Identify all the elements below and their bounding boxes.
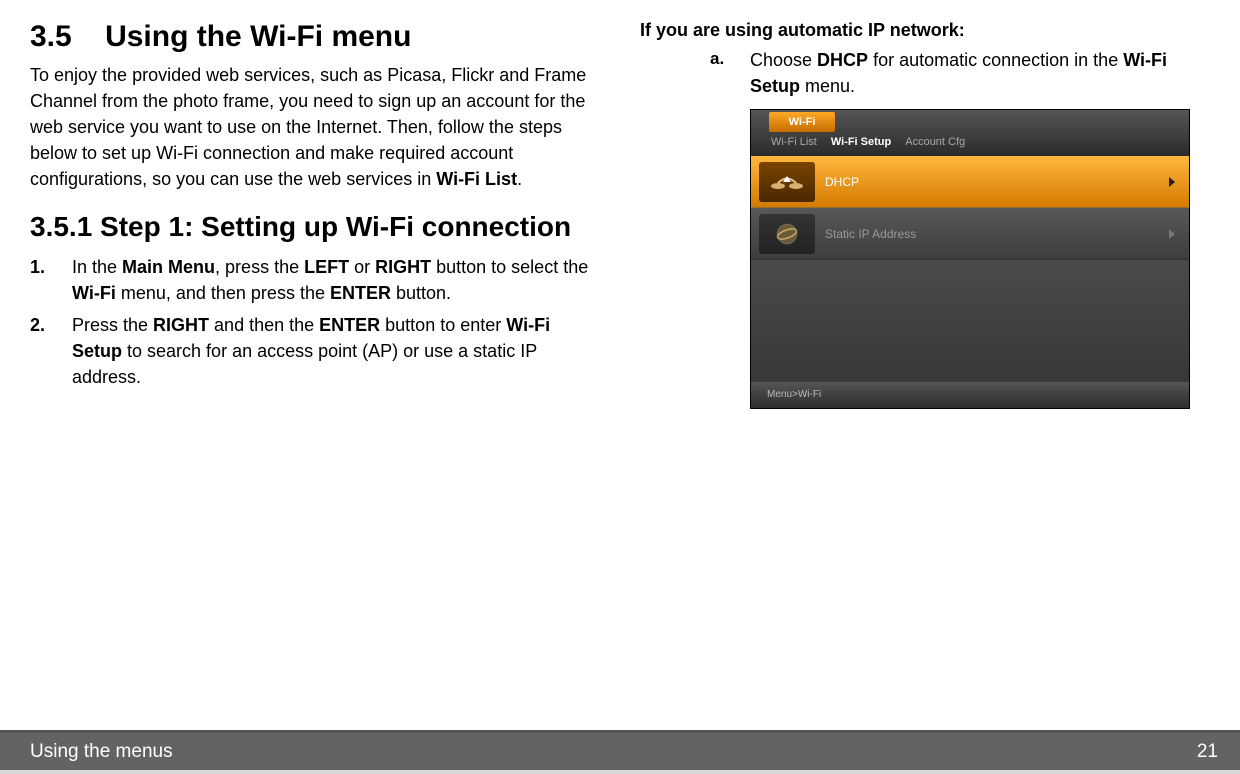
substep-a: a. Choose DHCP for automatic connection …: [710, 47, 1210, 99]
step-1-number: 1.: [30, 254, 72, 306]
device-body-fill: [751, 260, 1189, 380]
device-globe-icon: [759, 214, 815, 254]
page-footer: Using the menus 21: [0, 730, 1240, 774]
device-tab-wifi-list: Wi-Fi List: [771, 136, 817, 148]
step-2-number: 2.: [30, 312, 72, 390]
device-dhcp-icon: [759, 162, 815, 202]
device-row-static-ip: Static IP Address: [751, 208, 1189, 260]
device-row-static-label: Static IP Address: [825, 227, 916, 241]
device-tab-account-cfg: Account Cfg: [905, 136, 965, 148]
auto-ip-heading: If you are using automatic IP network:: [640, 20, 1210, 41]
device-tab-wifi-setup: Wi-Fi Setup: [831, 136, 891, 148]
intro-paragraph: To enjoy the provided web services, such…: [30, 62, 600, 192]
step-2: 2. Press the RIGHT and then the ENTER bu…: [30, 312, 600, 390]
section-number: 3.5: [30, 20, 72, 53]
intro-bold: Wi-Fi List: [436, 169, 517, 189]
chevron-right-icon: [1169, 229, 1175, 239]
substep-a-text: Choose DHCP for automatic connection in …: [750, 47, 1210, 99]
device-tabs: Wi-Fi List Wi-Fi Setup Account Cfg: [771, 136, 965, 148]
subsection-heading: 3.5.1 Step 1: Setting up Wi-Fi connectio…: [30, 210, 600, 244]
device-breadcrumb: Menu>Wi-Fi: [751, 382, 1189, 408]
chevron-right-icon: [1169, 177, 1175, 187]
intro-post: .: [517, 169, 522, 189]
device-header: Wi-Fi Wi-Fi List Wi-Fi Setup Account Cfg: [751, 110, 1189, 156]
footer-page-number: 21: [1197, 741, 1218, 763]
section-title: Using the Wi-Fi menu: [105, 20, 411, 53]
step-1-text: In the Main Menu, press the LEFT or RIGH…: [72, 254, 600, 306]
footer-section-title: Using the menus: [30, 741, 173, 763]
step-2-text: Press the RIGHT and then the ENTER butto…: [72, 312, 600, 390]
device-screenshot: Wi-Fi Wi-Fi List Wi-Fi Setup Account Cfg: [750, 109, 1190, 409]
step-1: 1. In the Main Menu, press the LEFT or R…: [30, 254, 600, 306]
device-row-dhcp-label: DHCP: [825, 175, 859, 189]
substep-a-number: a.: [710, 47, 750, 99]
device-row-dhcp: DHCP: [751, 156, 1189, 208]
device-title-tab: Wi-Fi: [769, 112, 835, 132]
section-heading: 3.5 Using the Wi-Fi menu: [30, 20, 600, 54]
